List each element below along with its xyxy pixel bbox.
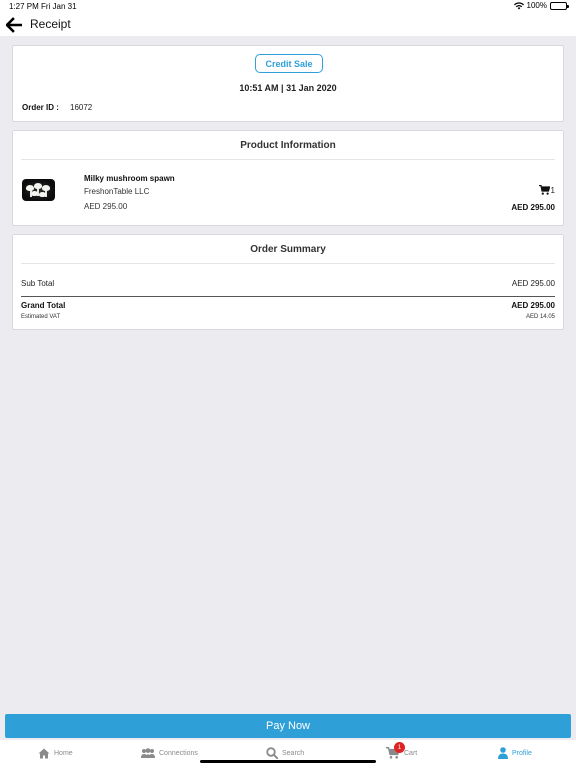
nav-bar: Receipt: [0, 13, 576, 36]
page-title: Receipt: [30, 17, 71, 31]
status-right: 100%: [513, 1, 569, 10]
tab-connections-label: Connections: [159, 749, 198, 757]
order-summary-title: Order Summary: [250, 244, 326, 255]
grand-total-label: Grand Total: [21, 301, 66, 310]
sub-total-value: AED 295.00: [511, 279, 555, 288]
product-price: AED 295.00: [84, 202, 128, 211]
vat-label: Estimated VAT: [21, 314, 61, 320]
status-time: 1:27 PM: [9, 2, 39, 11]
product-total: AED 295.00: [511, 203, 555, 212]
tab-search[interactable]: Search: [266, 746, 304, 760]
summary-divider: [21, 296, 555, 297]
product-information-card: Product Information Milky mushroom spawn…: [12, 130, 564, 226]
tab-connections[interactable]: Connections: [141, 746, 198, 760]
tab-profile[interactable]: Profile: [498, 746, 532, 760]
tab-bar: Home Connections Search 1 Cart Profile: [0, 740, 576, 768]
cart-icon: [538, 185, 550, 195]
cart-icon-wrap: 1: [386, 742, 405, 759]
product-image: [22, 179, 55, 201]
tab-home[interactable]: Home: [38, 746, 73, 760]
grand-total-value: AED 295.00: [511, 301, 555, 310]
status-bar: 1:27 PM Fri Jan 31 100%: [0, 0, 576, 13]
sub-total-label: Sub Total: [21, 279, 55, 288]
battery-percent: 100%: [526, 1, 547, 10]
product-quantity: 1: [538, 185, 555, 195]
arrow-left-icon[interactable]: [6, 17, 22, 33]
search-icon: [266, 747, 278, 759]
product-name: Milky mushroom spawn: [84, 174, 175, 183]
divider: [21, 263, 555, 264]
order-id-label: Order ID :: [22, 103, 59, 112]
order-summary-card: Order Summary Sub Total AED 295.00 Grand…: [12, 234, 564, 330]
order-header-card: Credit Sale 10:51 AM | 31 Jan 2020 Order…: [12, 45, 564, 122]
order-datetime: 10:51 AM | 31 Jan 2020: [239, 83, 337, 93]
home-icon: [38, 748, 50, 758]
cart-badge: 1: [394, 742, 405, 753]
vat-value: AED 14.05: [525, 314, 555, 320]
order-id-value: 16072: [70, 103, 93, 112]
credit-sale-button[interactable]: Credit Sale: [255, 54, 323, 73]
tab-search-label: Search: [282, 749, 305, 757]
product-information-title: Product Information: [240, 140, 336, 151]
product-seller: FreshonTable LLC: [84, 187, 150, 196]
wifi-icon: [513, 1, 524, 9]
tab-home-label: Home: [54, 749, 73, 757]
status-date: Fri Jan 31: [41, 2, 77, 11]
divider: [21, 159, 555, 160]
user-icon: [498, 747, 508, 759]
tab-cart[interactable]: 1 Cart: [386, 742, 418, 760]
product-quantity-value: 1: [550, 185, 555, 195]
home-indicator: [200, 760, 376, 763]
tab-cart-label: Cart: [404, 749, 418, 757]
battery-icon: [550, 1, 569, 10]
people-icon: [141, 747, 155, 758]
pay-now-button[interactable]: Pay Now: [5, 714, 571, 738]
tab-profile-label: Profile: [512, 749, 532, 757]
